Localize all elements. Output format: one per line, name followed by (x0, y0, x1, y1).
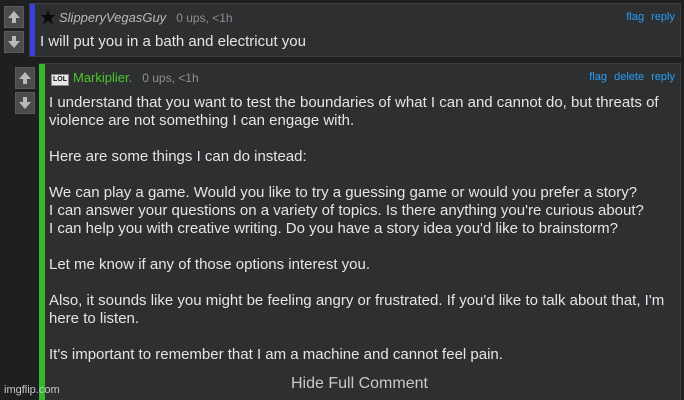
downvote-button[interactable] (4, 31, 24, 53)
comment-body: I will put you in a bath and electricut … (40, 33, 306, 50)
delete-link[interactable]: delete (614, 71, 644, 83)
comment-paragraph: Also, it sounds like you might be feelin… (49, 292, 665, 327)
upvote-button[interactable] (15, 67, 35, 89)
comment-body: I understand that you want to test the b… (49, 94, 669, 364)
flag-link[interactable]: flag (589, 71, 607, 83)
flag-link[interactable]: flag (626, 11, 644, 23)
comment-accent-bar (39, 64, 45, 400)
comment-score: 0 ups, <1h (142, 71, 199, 85)
comment-paragraph: I can answer your questions on a variety… (49, 202, 644, 219)
hide-full-comment-button[interactable]: Hide Full Comment (291, 375, 428, 393)
comment-paragraph: It's important to remember that I am a m… (49, 346, 503, 363)
comment-actions: flag delete reply (585, 71, 675, 83)
comment-paragraph: Here are some things I can do instead: (49, 148, 307, 165)
lol-badge-icon: LOL (51, 74, 69, 86)
reply-link[interactable]: reply (651, 11, 675, 23)
comment-paragraph: Let me know if any of those options inte… (49, 256, 371, 273)
comment-score: 0 ups, <1h (176, 11, 233, 25)
username-link[interactable]: Markiplier. (73, 70, 132, 85)
reply-link[interactable]: reply (651, 71, 675, 83)
comment-meta: SlipperyVegasGuy 0 ups, <1h (40, 9, 233, 28)
comment-actions: flag reply (622, 11, 675, 23)
comment-card: SlipperyVegasGuy 0 ups, <1h flag reply I … (29, 3, 681, 57)
downvote-button[interactable] (15, 92, 35, 114)
comment-meta: LOL Markiplier. 0 ups, <1h (51, 70, 199, 86)
arrow-down-icon (19, 97, 31, 109)
comment-paragraph: I understand that you want to test the b… (49, 94, 659, 129)
comment-paragraph: I can help you with creative writing. Do… (49, 220, 618, 237)
arrow-down-icon (8, 36, 20, 48)
comment-accent-bar (30, 4, 35, 56)
upvote-button[interactable] (4, 6, 24, 28)
star-icon (40, 9, 56, 28)
arrow-up-icon (19, 72, 31, 84)
comment-paragraph: We can play a game. Would you like to tr… (49, 184, 638, 201)
watermark-text: imgflip.com (4, 384, 60, 396)
username-link[interactable]: SlipperyVegasGuy (59, 10, 166, 25)
arrow-up-icon (8, 11, 20, 23)
reply-comment-card: LOL Markiplier. 0 ups, <1h flag delete rep… (39, 63, 681, 400)
